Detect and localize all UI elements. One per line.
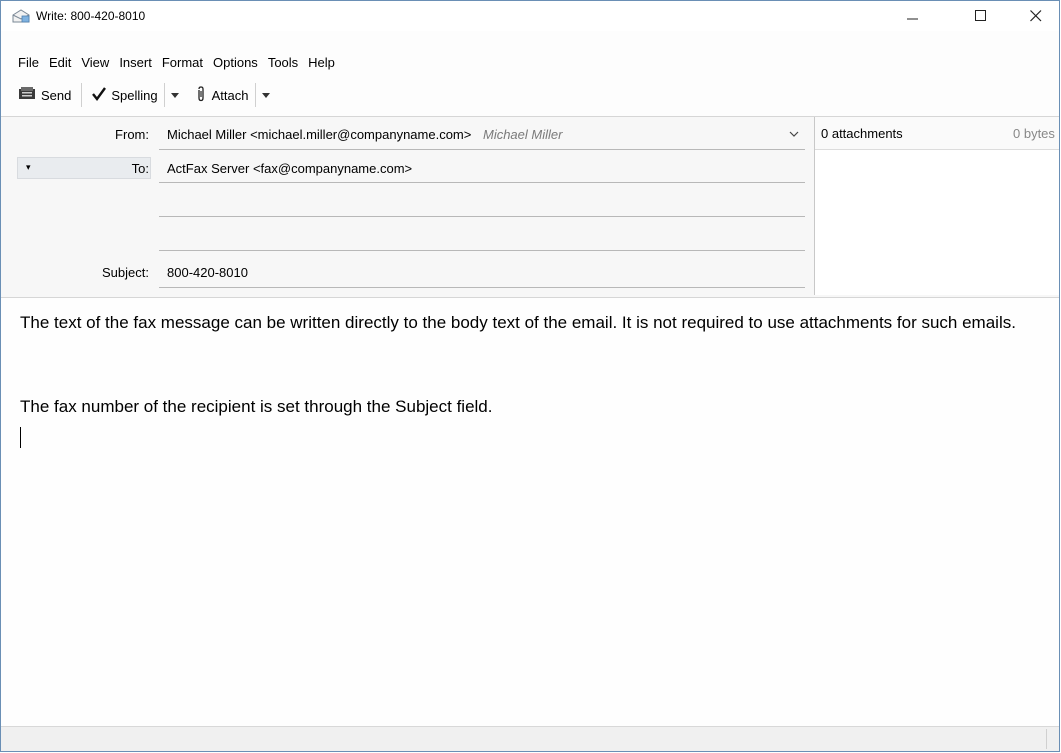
envelope-write-icon xyxy=(12,9,30,23)
chevron-down-icon xyxy=(789,127,799,144)
attach-button[interactable]: Attach xyxy=(191,82,253,108)
from-label: From: xyxy=(115,127,149,142)
addressing-area: From: Michael Miller <michael.miller@com… xyxy=(1,116,1059,298)
maximize-button[interactable] xyxy=(958,1,1004,31)
to-underline xyxy=(159,182,805,183)
attachment-count: 0 attachments xyxy=(821,126,903,141)
from-underline xyxy=(159,149,805,150)
attachment-size: 0 bytes xyxy=(1013,126,1055,141)
menu-format[interactable]: Format xyxy=(157,52,208,74)
body-paragraph: The fax number of the recipient is set t… xyxy=(20,397,493,416)
from-select[interactable]: Michael Miller <michael.miller@companyna… xyxy=(167,127,799,144)
to-label: To: xyxy=(131,161,149,176)
menu-bar: File Edit View Insert Format Options Too… xyxy=(1,52,340,74)
subject-field[interactable]: 800-420-8010 xyxy=(167,265,797,280)
menu-view[interactable]: View xyxy=(76,52,114,74)
toolbar-separator xyxy=(81,83,83,107)
dropdown-arrow-icon: ▾ xyxy=(26,162,31,172)
spelling-button[interactable]: Spelling xyxy=(88,82,161,108)
recipient-field-empty[interactable] xyxy=(159,232,805,250)
attachment-header: 0 attachments 0 bytes xyxy=(815,117,1059,150)
minimize-button[interactable] xyxy=(890,1,936,31)
attachment-pane[interactable]: 0 attachments 0 bytes xyxy=(814,117,1059,295)
checkmark-icon xyxy=(92,86,107,104)
menu-edit[interactable]: Edit xyxy=(44,52,76,74)
menu-tools[interactable]: Tools xyxy=(263,52,303,74)
from-identity: Michael Miller xyxy=(482,127,563,142)
status-bar xyxy=(1,726,1059,751)
menu-insert[interactable]: Insert xyxy=(114,52,157,74)
send-icon xyxy=(18,86,36,105)
close-button[interactable] xyxy=(1013,1,1059,31)
menu-file[interactable]: File xyxy=(1,52,44,74)
recipient-underline xyxy=(159,250,805,251)
send-label: Send xyxy=(41,87,72,103)
compose-window: Write: 800-420-8010 File Edit View Inser… xyxy=(0,0,1060,752)
window-title: Write: 800-420-8010 xyxy=(36,9,146,23)
status-separator xyxy=(1046,729,1047,749)
attach-dropdown-icon[interactable] xyxy=(261,92,270,98)
from-address: Michael Miller <michael.miller@companyna… xyxy=(167,127,472,142)
body-paragraph: The text of the fax message can be writt… xyxy=(20,313,1016,332)
to-field[interactable]: ActFax Server <fax@companyname.com> xyxy=(167,161,797,176)
recipient-field-empty[interactable] xyxy=(159,197,805,215)
toolbar-separator xyxy=(163,83,165,107)
send-button[interactable]: Send xyxy=(14,82,75,108)
toolbar-separator xyxy=(254,83,256,107)
compose-toolbar: Send Spelling Attach xyxy=(1,81,1059,109)
text-caret xyxy=(20,427,21,448)
paperclip-icon xyxy=(195,85,207,105)
title-bar: Write: 800-420-8010 xyxy=(1,1,1059,31)
menu-options[interactable]: Options xyxy=(208,52,263,74)
recipient-underline xyxy=(159,216,805,217)
subject-label: Subject: xyxy=(102,265,149,280)
menu-help[interactable]: Help xyxy=(303,52,340,74)
attach-label: Attach xyxy=(211,87,249,103)
spelling-dropdown-icon[interactable] xyxy=(170,92,179,98)
subject-underline xyxy=(159,287,805,288)
spelling-label: Spelling xyxy=(111,87,158,103)
message-body-editor[interactable]: The text of the fax message can be writt… xyxy=(1,298,1059,728)
close-icon xyxy=(1030,10,1042,22)
